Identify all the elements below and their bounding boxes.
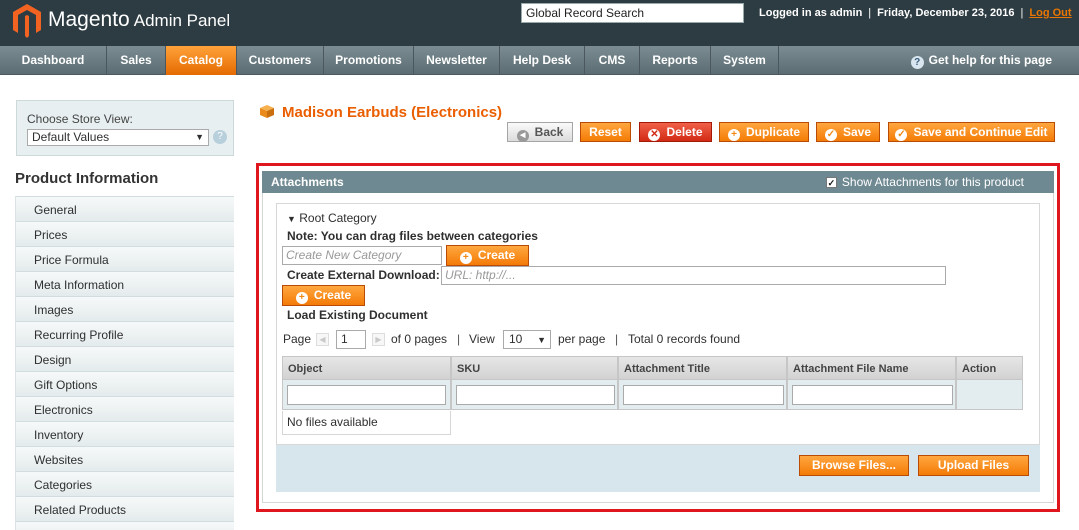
duplicate-label: Duplicate — [745, 125, 800, 139]
magento-logo-icon — [13, 4, 41, 38]
store-view-select[interactable]: Default Values ▼ — [27, 129, 209, 146]
delete-label: Delete — [666, 125, 703, 139]
tab-meta-information[interactable]: Meta Information — [16, 271, 234, 296]
store-switcher-label: Choose Store View: — [27, 112, 133, 126]
attachments-highlight-frame — [256, 163, 1060, 512]
plus-icon: + — [727, 129, 740, 141]
tab-general[interactable]: General — [16, 196, 234, 221]
store-view-value: Default Values — [32, 130, 110, 144]
reset-label: Reset — [589, 125, 622, 139]
nav-sales[interactable]: Sales — [107, 46, 166, 75]
logged-in-text: Logged in as admin — [759, 7, 863, 19]
nav-cms[interactable]: CMS — [585, 46, 640, 75]
duplicate-button[interactable]: + Duplicate — [719, 122, 809, 142]
product-tabs: General Prices Price Formula Meta Inform… — [15, 196, 234, 530]
help-link[interactable]: ? Get help for this page — [910, 46, 1052, 75]
save-continue-label: Save and Continue Edit — [913, 125, 1048, 139]
tab-design[interactable]: Design — [16, 346, 234, 371]
brand-name: Magento — [48, 8, 130, 31]
nav-reports[interactable]: Reports — [640, 46, 711, 75]
global-search-input[interactable] — [521, 3, 744, 23]
save-button[interactable]: ✓ Save — [816, 122, 880, 142]
tab-price-formula[interactable]: Price Formula — [16, 246, 234, 271]
save-label: Save — [842, 125, 872, 139]
help-text: Get help for this page — [928, 53, 1052, 67]
help-icon: ? — [910, 56, 924, 69]
header-info: Logged in as admin | Friday, December 23, … — [759, 7, 1072, 19]
tab-electronics[interactable]: Electronics — [16, 396, 234, 421]
logo-text[interactable]: Magento Admin Panel — [48, 8, 230, 32]
tab-prices[interactable]: Prices — [16, 221, 234, 246]
brand-suffix: Admin Panel — [133, 11, 231, 30]
page-title: Madison Earbuds (Electronics) — [260, 104, 502, 121]
page-title-text: Madison Earbuds (Electronics) — [282, 104, 503, 121]
back-label: Back — [534, 125, 564, 139]
tab-images[interactable]: Images — [16, 296, 234, 321]
main-nav: Dashboard Sales Catalog Customers Promot… — [0, 46, 1079, 75]
tab-gift-options[interactable]: Gift Options — [16, 371, 234, 396]
tab-up-sells[interactable]: Up-sells — [16, 521, 234, 530]
nav-help-desk[interactable]: Help Desk — [500, 46, 585, 75]
tab-websites[interactable]: Websites — [16, 446, 234, 471]
close-icon: ✕ — [648, 129, 661, 141]
nav-dashboard[interactable]: Dashboard — [0, 46, 107, 75]
delete-button[interactable]: ✕ Delete — [639, 122, 712, 142]
tab-inventory[interactable]: Inventory — [16, 421, 234, 446]
admin-header: MagentoAdmin Panel Logged in as admin|Fr… — [0, 0, 1079, 46]
back-button[interactable]: ◀ Back — [507, 122, 573, 142]
nav-promotions[interactable]: Promotions — [324, 46, 414, 75]
tab-related-products[interactable]: Related Products — [16, 496, 234, 521]
arrow-left-icon: ◀ — [516, 130, 529, 142]
store-switcher: Choose Store View: Default Values ▼ ? — [16, 100, 234, 156]
tab-recurring-profile[interactable]: Recurring Profile — [16, 321, 234, 346]
chevron-down-icon: ▼ — [195, 132, 204, 142]
store-help-icon[interactable]: ? — [213, 130, 227, 144]
check-icon: ✓ — [895, 129, 908, 141]
logout-link[interactable]: Log Out — [1029, 7, 1071, 19]
nav-system[interactable]: System — [711, 46, 779, 75]
product-box-icon — [260, 105, 274, 118]
check-icon: ✓ — [824, 129, 837, 141]
nav-catalog[interactable]: Catalog — [166, 46, 237, 75]
tab-categories[interactable]: Categories — [16, 471, 234, 496]
current-date: Friday, December 23, 2016 — [877, 7, 1015, 19]
save-continue-button[interactable]: ✓ Save and Continue Edit — [888, 122, 1055, 142]
nav-newsletter[interactable]: Newsletter — [414, 46, 500, 75]
nav-customers[interactable]: Customers — [237, 46, 324, 75]
reset-button[interactable]: Reset — [580, 122, 631, 142]
product-tabs-title: Product Information — [15, 170, 159, 187]
